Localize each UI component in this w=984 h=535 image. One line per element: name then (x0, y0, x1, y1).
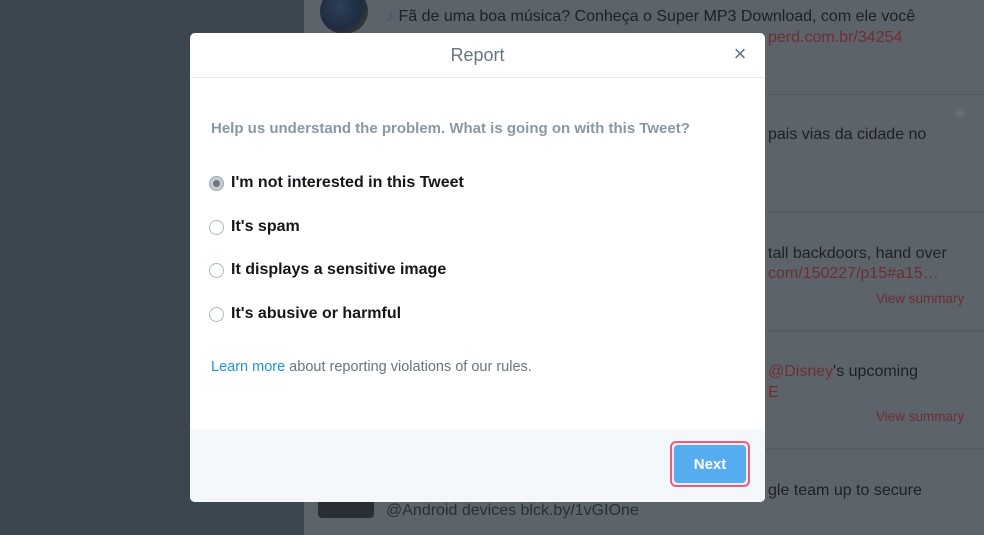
learn-more-description: about reporting violations of our rules. (285, 359, 532, 375)
tweet-text: pais vias da cidade no (768, 126, 927, 143)
option-label: It displays a sensitive image (231, 261, 447, 278)
tweet-text: ♪ Fã de uma boa música? Conheça o Super … (386, 8, 916, 25)
tweet-caret-icon (955, 108, 965, 118)
next-button[interactable]: Next (674, 445, 746, 483)
close-icon[interactable]: × (729, 43, 751, 65)
report-dialog: Report × Help us understand the problem.… (190, 33, 765, 502)
option-label: It's spam (231, 218, 300, 235)
tweet-link: @Android devices blck.by/1vGIOne (386, 502, 639, 519)
option-label: It's abusive or harmful (231, 305, 402, 322)
option-sensitive-image[interactable]: It displays a sensitive image (209, 259, 446, 281)
dialog-header: Report × (190, 33, 765, 78)
radio-button[interactable] (209, 262, 224, 278)
learn-more-text: Learn more about reporting violations of… (211, 359, 532, 375)
learn-more-link[interactable]: Learn more (211, 359, 285, 375)
tweet-link: com/150227/p15#a15… (768, 265, 939, 282)
dialog-footer: Next (190, 429, 765, 502)
option-not-interested[interactable]: I'm not interested in this Tweet (209, 172, 464, 194)
dialog-title: Report (450, 45, 505, 65)
view-summary-link: View summary (876, 409, 965, 424)
option-spam[interactable]: It's spam (209, 216, 300, 238)
tweet-link: perd.com.br/34254 (768, 29, 903, 46)
next-button-highlight: Next (670, 441, 750, 487)
tweet-link: E (768, 384, 779, 401)
tweet-text: gle team up to secure (768, 482, 922, 499)
tweet-text: tall backdoors, hand over (768, 245, 947, 262)
tweet-text: @Disney's upcoming (768, 363, 919, 380)
radio-button[interactable] (209, 175, 224, 191)
option-label: I'm not interested in this Tweet (231, 174, 464, 191)
option-abusive[interactable]: It's abusive or harmful (209, 303, 401, 325)
radio-button[interactable] (209, 306, 224, 322)
report-question: Help us understand the problem. What is … (211, 120, 690, 137)
view-summary-link: View summary (876, 291, 965, 306)
radio-button[interactable] (209, 219, 224, 235)
tweet-mention: @Disney (768, 363, 834, 380)
